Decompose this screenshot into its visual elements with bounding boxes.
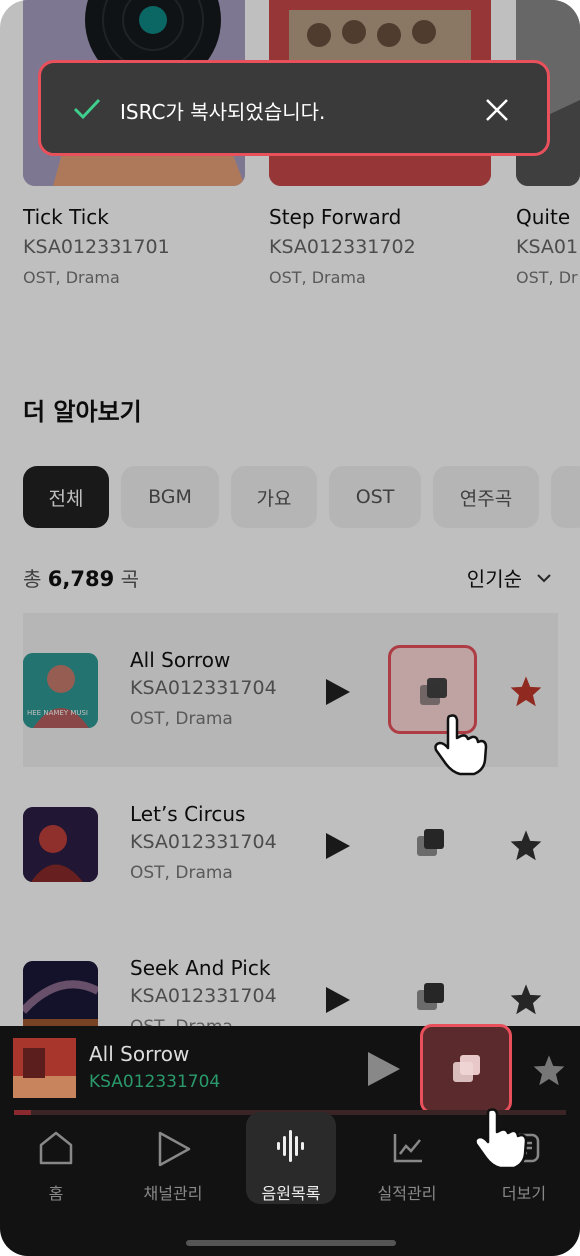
sort-label: 인기순 <box>466 567 522 591</box>
sort-dropdown[interactable]: 인기순 <box>467 563 552 592</box>
album-genre: OST, Drama <box>23 268 120 287</box>
album-isrc: KSA01 <box>516 236 579 258</box>
album-title: Quite <box>516 205 571 229</box>
nav-label: 홈 <box>48 1184 64 1203</box>
nav-label: 음원목록 <box>261 1184 321 1203</box>
copy-icon[interactable] <box>415 981 447 1013</box>
home-icon <box>39 1131 73 1165</box>
star-icon[interactable] <box>509 675 543 707</box>
album-genre: OST, Drama <box>269 268 366 287</box>
category-chips: 전체 BGM 가요 OST 연주곡 <box>23 466 580 528</box>
chevron-down-icon <box>537 573 551 582</box>
pointer-hand-icon <box>434 714 488 776</box>
nav-music-list[interactable]: 음원목록 <box>246 1112 336 1204</box>
copy-icon <box>420 678 447 705</box>
play-icon[interactable] <box>366 1050 402 1088</box>
star-icon[interactable] <box>532 1054 566 1086</box>
star-icon[interactable] <box>509 983 543 1015</box>
track-genre: OST, Drama <box>130 709 233 729</box>
play-icon[interactable] <box>324 677 352 707</box>
track-isrc: KSA012331704 <box>130 985 277 1007</box>
thumb-text: HEE NAMEY MUSI <box>27 709 88 717</box>
album-isrc: KSA012331702 <box>269 236 416 258</box>
star-icon[interactable] <box>509 829 543 861</box>
mini-player: All Sorrow KSA012331704 홈 채널관리 음원목록 실적관리 <box>0 1024 580 1256</box>
soundwave-icon <box>277 1130 304 1162</box>
nav-label: 더보기 <box>501 1184 547 1203</box>
album-title: Step Forward <box>269 205 402 229</box>
total-prefix: 총 <box>23 567 42 591</box>
track-genre: OST, Drama <box>130 863 233 883</box>
chip-gayo[interactable]: 가요 <box>231 466 317 528</box>
player-title: All Sorrow <box>89 1042 190 1066</box>
copy-icon <box>453 1055 480 1082</box>
track-title: All Sorrow <box>130 648 231 672</box>
nav-performance[interactable]: 실적관리 <box>362 1126 452 1218</box>
total-suffix: 곡 <box>120 567 139 591</box>
nav-channel[interactable]: 채널관리 <box>128 1126 218 1218</box>
play-icon[interactable] <box>324 831 352 861</box>
track-row[interactable]: Let’s Circus KSA012331704 OST, Drama <box>23 767 558 921</box>
nav-label: 실적관리 <box>377 1184 437 1203</box>
section-title: 더 알아보기 <box>23 398 142 426</box>
chip-ost[interactable]: OST <box>329 466 421 528</box>
play-icon[interactable] <box>324 985 352 1015</box>
track-title: Let’s Circus <box>130 802 246 826</box>
check-icon <box>73 98 101 120</box>
player-album-art[interactable] <box>13 1038 76 1098</box>
close-icon[interactable] <box>485 98 509 122</box>
app-screen: Tick Tick KSA012331701 OST, Drama Step F… <box>0 0 580 1256</box>
chart-icon <box>393 1134 422 1163</box>
toast-message: ISRC가 복사되었습니다. <box>120 100 326 124</box>
track-thumb <box>23 807 98 882</box>
track-isrc: KSA012331704 <box>130 831 277 853</box>
progress-fill <box>14 1110 31 1115</box>
track-title: Seek And Pick <box>130 956 271 980</box>
track-thumb <box>23 961 98 1036</box>
pointer-hand-icon <box>474 1108 528 1170</box>
album-title: Tick Tick <box>23 205 109 229</box>
nav-home[interactable]: 홈 <box>11 1126 101 1218</box>
total-number: 6,789 <box>47 567 115 591</box>
album-genre: OST, Dr <box>516 268 578 287</box>
nav-label: 채널관리 <box>143 1184 203 1203</box>
chip-instrumental[interactable]: 연주곡 <box>433 466 539 528</box>
chip-more[interactable] <box>551 466 580 528</box>
player-isrc: KSA012331704 <box>89 1072 221 1092</box>
player-copy-button-highlight[interactable] <box>420 1024 512 1114</box>
total-count: 총 6,789 곡 <box>23 563 139 592</box>
album-isrc: KSA012331701 <box>23 236 170 258</box>
toast: ISRC가 복사되었습니다. <box>38 60 550 156</box>
home-indicator <box>186 1240 396 1246</box>
chip-bgm[interactable]: BGM <box>121 466 219 528</box>
copy-icon[interactable] <box>415 827 447 859</box>
track-isrc: KSA012331704 <box>130 677 277 699</box>
track-thumb: HEE NAMEY MUSI <box>23 653 98 728</box>
play-icon <box>158 1131 191 1167</box>
chip-all[interactable]: 전체 <box>23 466 109 528</box>
